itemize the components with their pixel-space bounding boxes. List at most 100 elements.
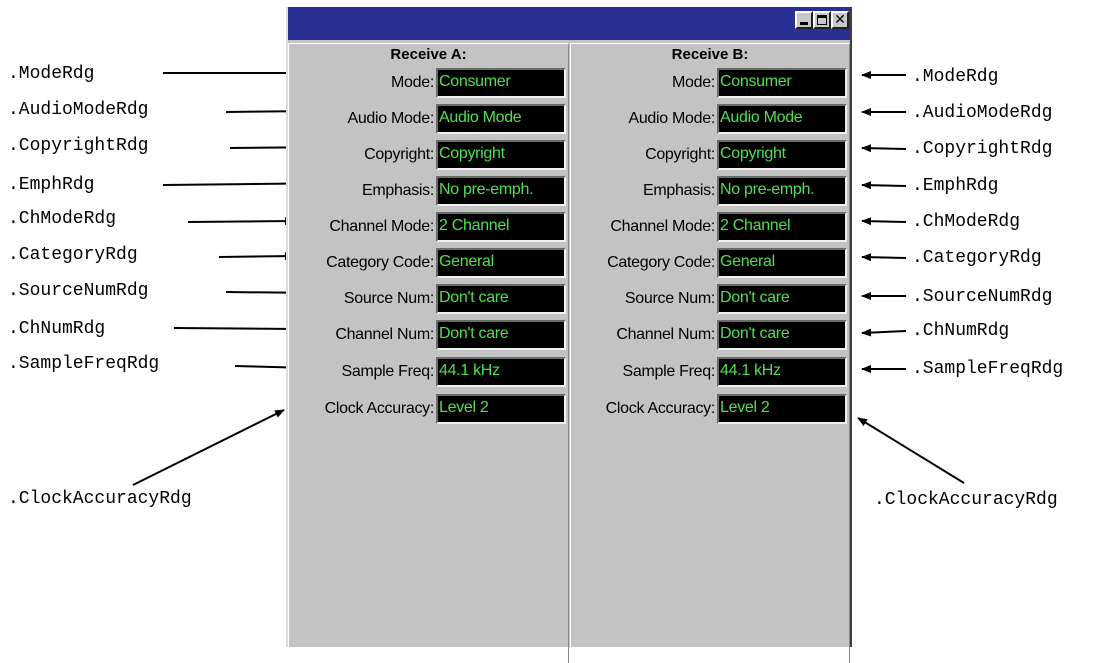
receive-b-row-copyright: Copyright: Copyright <box>571 140 849 170</box>
close-icon: ✕ <box>834 12 846 28</box>
receive-a-row-copyright: Copyright: Copyright <box>289 140 568 170</box>
arrow-right-category <box>861 253 907 262</box>
emphasis-label: Emphasis: <box>362 182 434 199</box>
annotation-left-audiomoderdg: .AudioModeRdg <box>8 100 149 120</box>
annotation-right-chnumrdg: .ChNumRdg <box>912 321 1010 341</box>
receive-b-row-sample-freq: Sample Freq: 44.1 kHz <box>571 357 849 387</box>
receive-a-row-channel-num: Channel Num: Don't care <box>289 320 568 350</box>
receive-a-row-clock-accuracy: Clock Accuracy: Level 2 <box>289 394 568 424</box>
copyright-readout: Copyright <box>717 140 847 170</box>
title-bar[interactable]: ✕ <box>288 7 850 40</box>
channel-mode-label: Channel Mode: <box>610 218 715 235</box>
annotation-right-categoryrdg: .CategoryRdg <box>912 248 1042 268</box>
sample-freq-label: Sample Freq: <box>622 363 716 380</box>
mode-label: Mode: <box>672 74 715 91</box>
receive-b-row-audio-mode: Audio Mode: Audio Mode <box>571 104 849 134</box>
audio-mode-label: Audio Mode: <box>347 110 434 127</box>
sample-freq-label: Sample Freq: <box>341 363 435 380</box>
receive-a-row-source-num: Source Num: Don't care <box>289 284 568 314</box>
annotation-right-clockaccuracyrdg: .ClockAccuracyRdg <box>874 490 1058 510</box>
channel-num-label: Channel Num: <box>335 326 434 343</box>
source-num-readout: Don't care <box>436 284 566 314</box>
clock-accuracy-label: Clock Accuracy: <box>324 400 435 417</box>
annotation-left-emphrdg: .EmphRdg <box>8 175 95 195</box>
source-num-label: Source Num: <box>343 290 434 307</box>
maximize-button[interactable] <box>813 11 831 29</box>
annotation-left-clockaccuracyrdg: .ClockAccuracyRdg <box>8 489 192 509</box>
receive-b-heading: Receive B: <box>671 46 749 63</box>
receive-b-row-clock-accuracy: Clock Accuracy: Level 2 <box>571 394 849 424</box>
mode-label: Mode: <box>391 74 434 91</box>
annotation-right-moderdg: .ModeRdg <box>912 67 999 87</box>
arrow-left-channel-num <box>173 324 298 333</box>
receive-a-row-mode: Mode: Consumer <box>289 68 568 98</box>
arrow-right-channel-mode <box>861 217 907 226</box>
clock-accuracy-label: Clock Accuracy: <box>605 400 716 417</box>
annotation-right-audiomoderdg: .AudioModeRdg <box>912 103 1053 123</box>
receive-a-row-audio-mode: Audio Mode: Audio Mode <box>289 104 568 134</box>
arrow-right-clock-accuracy <box>857 417 965 484</box>
arrow-right-channel-num <box>861 328 907 337</box>
channel-num-label: Channel Num: <box>616 326 715 343</box>
copyright-label: Copyright: <box>645 146 715 163</box>
mode-readout: Consumer <box>436 68 566 98</box>
annotation-right-sourcenumrdg: .SourceNumRdg <box>912 287 1053 307</box>
annotation-right-copyrightrdg: .CopyrightRdg <box>912 139 1053 159</box>
annotation-left-chmoderdg: .ChModeRdg <box>8 209 117 229</box>
receive-a-panel: Receive A: Mode: Consumer Audio Mode: Au… <box>288 43 569 663</box>
close-button[interactable]: ✕ <box>831 11 849 29</box>
receive-a-row-category-code: Category Code: General <box>289 248 568 278</box>
minimize-icon <box>800 22 808 25</box>
arrow-left-category <box>218 252 295 261</box>
receive-b-row-channel-mode: Channel Mode: 2 Channel <box>571 212 849 242</box>
annotation-left-categoryrdg: .CategoryRdg <box>8 245 138 265</box>
category-code-readout: General <box>436 248 566 278</box>
sample-freq-readout: 44.1 kHz <box>436 357 566 387</box>
channel-num-readout: Don't care <box>436 320 566 350</box>
copyright-readout: Copyright <box>436 140 566 170</box>
channel-mode-label: Channel Mode: <box>329 218 434 235</box>
receive-b-panel: Receive B: Mode: Consumer Audio Mode: Au… <box>570 43 850 663</box>
channel-mode-readout: 2 Channel <box>717 212 847 242</box>
annotation-right-emphrdg: .EmphRdg <box>912 176 999 196</box>
arrow-right-emphasis <box>861 181 907 190</box>
clock-accuracy-readout: Level 2 <box>436 394 566 424</box>
annotation-right-chmoderdg: .ChModeRdg <box>912 212 1021 232</box>
receive-a-row-sample-freq: Sample Freq: 44.1 kHz <box>289 357 568 387</box>
app-window: ✕ Receive A: Mode: Consumer Audio Mode: … <box>286 7 852 663</box>
maximize-icon <box>817 15 827 25</box>
category-code-label: Category Code: <box>607 254 715 271</box>
arrow-left-channel-mode <box>187 217 295 226</box>
copyright-label: Copyright: <box>364 146 434 163</box>
source-num-readout: Don't care <box>717 284 847 314</box>
annotation-left-sourcenumrdg: .SourceNumRdg <box>8 281 149 301</box>
receive-a-row-channel-mode: Channel Mode: 2 Channel <box>289 212 568 242</box>
source-num-label: Source Num: <box>624 290 715 307</box>
clock-accuracy-readout: Level 2 <box>717 394 847 424</box>
emphasis-readout: No pre-emph. <box>717 176 847 206</box>
channel-num-readout: Don't care <box>717 320 847 350</box>
sample-freq-readout: 44.1 kHz <box>717 357 847 387</box>
receive-a-heading: Receive A: <box>390 46 467 63</box>
annotation-left-moderdg: .ModeRdg <box>8 64 95 84</box>
emphasis-readout: No pre-emph. <box>436 176 566 206</box>
channel-mode-readout: 2 Channel <box>436 212 566 242</box>
category-code-readout: General <box>717 248 847 278</box>
emphasis-label: Emphasis: <box>643 182 715 199</box>
receive-b-row-channel-num: Channel Num: Don't care <box>571 320 849 350</box>
receive-b-row-source-num: Source Num: Don't care <box>571 284 849 314</box>
annotation-left-chnumrdg: .ChNumRdg <box>8 319 106 339</box>
receive-b-row-mode: Mode: Consumer <box>571 68 849 98</box>
receive-b-row-emphasis: Emphasis: No pre-emph. <box>571 176 849 206</box>
annotation-right-samplefreqrdg: .SampleFreqRdg <box>912 359 1064 379</box>
arrow-right-copyright <box>861 144 907 153</box>
audio-mode-readout: Audio Mode <box>717 104 847 134</box>
minimize-button[interactable] <box>795 11 813 29</box>
annotation-left-copyrightrdg: .CopyrightRdg <box>8 136 149 156</box>
receive-a-row-emphasis: Emphasis: No pre-emph. <box>289 176 568 206</box>
mode-readout: Consumer <box>717 68 847 98</box>
receive-b-row-category-code: Category Code: General <box>571 248 849 278</box>
category-code-label: Category Code: <box>326 254 434 271</box>
audio-mode-label: Audio Mode: <box>628 110 715 127</box>
audio-mode-readout: Audio Mode <box>436 104 566 134</box>
